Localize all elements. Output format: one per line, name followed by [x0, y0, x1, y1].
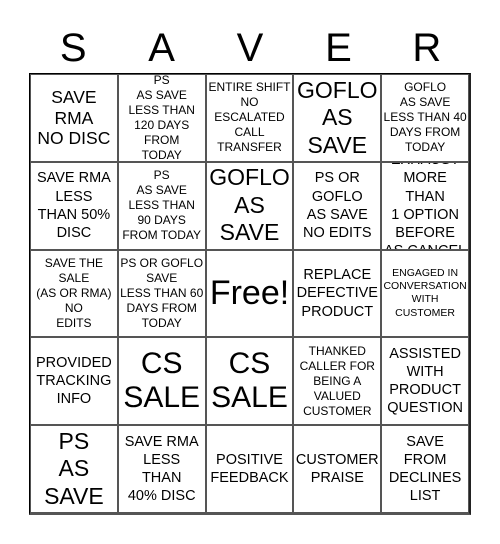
- bingo-cell[interactable]: GOFLO AS SAVE: [293, 74, 382, 162]
- bingo-cell[interactable]: ENGAGED IN CONVERSATION WITH CUSTOMER: [381, 249, 469, 338]
- header-letter-v: V: [236, 26, 264, 70]
- bingo-cell[interactable]: GOFLO AS SAVE: [205, 161, 294, 250]
- bingo-board: SAVE RMA NO DISC PS AS SAVE LESS THAN 120…: [29, 73, 471, 515]
- bingo-cell-label: CS SALE: [123, 346, 201, 415]
- bingo-cell[interactable]: ASSISTED WITH PRODUCT QUESTION: [381, 337, 469, 426]
- bingo-cell-label: GOFLO AS SAVE: [297, 76, 378, 158]
- bingo-cell-label: GOFLO AS SAVE: [209, 164, 290, 246]
- bingo-cell-label: EXHAUST MORE THAN 1 OPTION BEFORE AS CAN…: [384, 163, 466, 249]
- bingo-cell-label: ENTIRE SHIFT NO ESCALATED CALL TRANSFER: [208, 80, 291, 155]
- bingo-cell-label: THANKED CALLER FOR BEING A VALUED CUSTOM…: [299, 343, 375, 418]
- bingo-cell-label: PS OR GOFLO SAVE LESS THAN 60 DAYS FROM …: [120, 255, 204, 330]
- free-space-label: Free!: [209, 274, 290, 313]
- bingo-cell-label: SAVE THE SALE (AS OR RMA) NO EDITS: [36, 255, 112, 330]
- header-letter-s: S: [59, 26, 87, 70]
- bingo-cell[interactable]: CS SALE: [117, 337, 206, 426]
- bingo-cell-label: PS OR GOFLO AS SAVE NO EDITS: [303, 170, 372, 241]
- bingo-cell[interactable]: GOFLO AS SAVE LESS THAN 40 DAYS FROM TOD…: [381, 74, 469, 162]
- bingo-cell[interactable]: EXHAUST MORE THAN 1 OPTION BEFORE AS CAN…: [381, 161, 469, 250]
- bingo-cell-label: PROVIDED TRACKING INFO: [36, 355, 112, 408]
- bingo-cell[interactable]: THANKED CALLER FOR BEING A VALUED CUSTOM…: [293, 337, 382, 426]
- bingo-cell[interactable]: SAVE THE SALE (AS OR RMA) NO EDITS: [30, 249, 118, 338]
- bingo-cell-free[interactable]: Free!: [205, 249, 294, 338]
- bingo-cell[interactable]: SAVE RMA LESS THAN 50% DISC: [30, 161, 118, 250]
- bingo-cell-label: PS AS SAVE: [44, 427, 104, 509]
- bingo-cell-label: GOFLO AS SAVE LESS THAN 40 DAYS FROM TOD…: [383, 80, 467, 155]
- bingo-cell[interactable]: PS AS SAVE LESS THAN 90 DAYS FROM TODAY: [117, 161, 206, 250]
- bingo-cell-label: SAVE RMA LESS THAN 50% DISC: [36, 170, 111, 241]
- bingo-cell[interactable]: REPLACE DEFECTIVE PRODUCT: [293, 249, 382, 338]
- bingo-cell-label: POSITIVE FEEDBACK: [210, 451, 289, 487]
- bingo-cell[interactable]: PS OR GOFLO AS SAVE NO EDITS: [293, 161, 382, 250]
- bingo-cell-label: REPLACE DEFECTIVE PRODUCT: [296, 267, 378, 320]
- bingo-cell-label: SAVE RMA NO DISC: [37, 86, 111, 149]
- bingo-cell-label: ASSISTED WITH PRODUCT QUESTION: [387, 346, 463, 417]
- bingo-cell-label: SAVE RMA LESS THAN 40% DISC: [124, 433, 199, 505]
- bingo-cell[interactable]: CUSTOMER PRAISE: [293, 425, 382, 513]
- header-letter-a: A: [148, 26, 175, 70]
- bingo-cell[interactable]: PROVIDED TRACKING INFO: [30, 337, 118, 426]
- bingo-header: S A V E R: [29, 22, 471, 74]
- bingo-cell[interactable]: PS AS SAVE LESS THAN 120 DAYS FROM TODAY: [117, 74, 206, 162]
- header-letter-e: E: [325, 26, 352, 70]
- bingo-cell[interactable]: SAVE RMA LESS THAN 40% DISC: [117, 425, 206, 513]
- bingo-cell-label: PS AS SAVE LESS THAN 90 DAYS FROM TODAY: [122, 168, 202, 243]
- header-letter-r: R: [412, 26, 442, 70]
- bingo-cell-label: ENGAGED IN CONVERSATION WITH CUSTOMER: [383, 267, 467, 319]
- bingo-cell-label: PS AS SAVE LESS THAN 120 DAYS FROM TODAY: [128, 74, 195, 162]
- bingo-cell[interactable]: ENTIRE SHIFT NO ESCALATED CALL TRANSFER: [205, 74, 294, 162]
- bingo-cell-label: SAVE FROM DECLINES LIST: [388, 433, 462, 505]
- bingo-cell[interactable]: PS AS SAVE: [30, 425, 118, 513]
- bingo-cell[interactable]: POSITIVE FEEDBACK: [205, 425, 294, 513]
- bingo-cell[interactable]: PS OR GOFLO SAVE LESS THAN 60 DAYS FROM …: [117, 249, 206, 338]
- bingo-cell-label: CS SALE: [211, 346, 288, 415]
- bingo-cell[interactable]: SAVE FROM DECLINES LIST: [381, 425, 469, 513]
- bingo-cell[interactable]: CS SALE: [205, 337, 294, 426]
- bingo-cell-label: CUSTOMER PRAISE: [295, 451, 379, 487]
- bingo-cell[interactable]: SAVE RMA NO DISC: [30, 74, 118, 162]
